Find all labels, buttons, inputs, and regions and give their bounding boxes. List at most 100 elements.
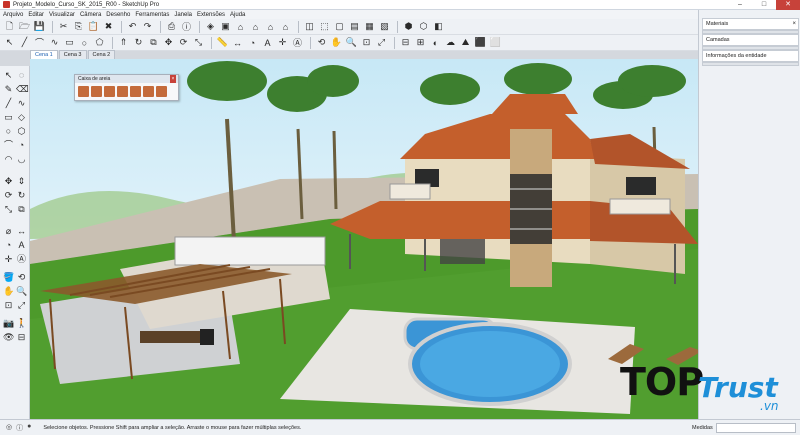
scale-icon[interactable]: ⤡ [3, 204, 14, 215]
move-icon[interactable]: ✥ [3, 176, 14, 187]
model-info-icon[interactable]: ⓘ [180, 20, 193, 33]
rotated-rect-icon[interactable]: ◇ [16, 112, 27, 123]
2pt-arc-icon[interactable]: ◡ [16, 154, 27, 165]
3d-text-icon[interactable]: Ⓐ [16, 254, 27, 265]
hidden-line-icon[interactable]: ▢ [333, 20, 346, 33]
3d-viewport[interactable] [30, 59, 698, 419]
minimize-button[interactable]: – [728, 0, 752, 10]
fog-icon[interactable]: ☁ [444, 36, 457, 49]
top-view-icon[interactable]: ▣ [219, 20, 232, 33]
select-tool-icon[interactable]: ↖ [3, 36, 16, 49]
3d-text-icon[interactable]: Ⓐ [291, 36, 304, 49]
rectangle-icon[interactable]: ▭ [3, 112, 14, 123]
menu-desenho[interactable]: Desenho [106, 12, 130, 18]
menu-editar[interactable]: Editar [28, 12, 44, 18]
user-icon[interactable]: ● [27, 423, 31, 433]
close-icon[interactable]: × [792, 19, 796, 30]
tape-icon[interactable]: ⌀ [3, 226, 14, 237]
section-plane-icon[interactable]: ⊟ [16, 332, 27, 343]
rotate-icon[interactable]: ⟳ [177, 36, 190, 49]
shadow-icon[interactable]: ◐ [429, 36, 442, 49]
sandbox-tray[interactable]: Caixa de areia × [74, 74, 179, 101]
pan-icon[interactable]: ✋ [330, 36, 343, 49]
text-icon[interactable]: A [261, 36, 274, 49]
rotate-icon[interactable]: ⟳ [3, 190, 14, 201]
shaded-texture-icon[interactable]: ▦ [363, 20, 376, 33]
zoom-extents-icon[interactable]: ⤢ [16, 300, 27, 311]
protractor-icon[interactable]: ◔ [246, 36, 259, 49]
section-plane-icon[interactable]: ⊟ [399, 36, 412, 49]
sandbox-contours-icon[interactable] [78, 86, 89, 97]
freehand-tool-icon[interactable]: ∿ [48, 36, 61, 49]
xray-icon[interactable]: ◫ [303, 20, 316, 33]
drape-icon[interactable]: ⬜ [489, 36, 502, 49]
sandbox-scratch-icon[interactable] [91, 86, 102, 97]
orbit-icon[interactable]: ⟲ [16, 272, 27, 283]
zoom-window-icon[interactable]: ⊡ [3, 300, 14, 311]
section-cut-icon[interactable]: ⊞ [414, 36, 427, 49]
polygon-icon[interactable]: ⬡ [16, 126, 27, 137]
tray-layers[interactable]: Camadas [702, 34, 799, 46]
push-pull-icon[interactable]: ⇑ [117, 36, 130, 49]
add-detail-icon[interactable] [143, 86, 154, 97]
follow-me-icon[interactable]: ↻ [16, 190, 27, 201]
menu-camera[interactable]: Câmera [80, 12, 101, 18]
right-view-icon[interactable]: ⌂ [249, 20, 262, 33]
print-icon[interactable]: ⎙ [165, 20, 178, 33]
drape-icon[interactable] [130, 86, 141, 97]
3pt-arc-icon[interactable]: ◠ [3, 154, 14, 165]
zoom-window-icon[interactable]: ⊡ [360, 36, 373, 49]
open-folder-icon[interactable]: 🗁 [18, 20, 31, 33]
extension-warehouse-icon[interactable]: ⬡ [417, 20, 430, 33]
offset-icon[interactable]: ⧉ [16, 204, 27, 215]
text-icon[interactable]: A [16, 240, 27, 251]
zoom-icon[interactable]: 🔍 [16, 286, 27, 297]
eraser-icon[interactable]: ⌫ [16, 84, 29, 95]
orbit-icon[interactable]: ⟲ [315, 36, 328, 49]
tab-cena-1[interactable]: Cena 1 [30, 50, 58, 59]
lasso-icon[interactable]: ◌ [16, 70, 27, 81]
menu-arquivo[interactable]: Arquivo [3, 12, 23, 18]
arc-tool-icon[interactable]: ⌒ [33, 36, 46, 49]
layout-icon[interactable]: ◧ [432, 20, 445, 33]
look-around-icon[interactable]: 👁 [3, 332, 14, 343]
polygon-tool-icon[interactable]: ⬠ [93, 36, 106, 49]
pie-icon[interactable]: ◔ [16, 140, 27, 151]
measurements-input[interactable] [716, 423, 796, 433]
credits-icon[interactable]: ⓘ [16, 423, 23, 433]
paste-icon[interactable]: 📋 [87, 20, 100, 33]
geo-location-icon[interactable]: ◎ [6, 423, 12, 433]
3d-warehouse-icon[interactable]: ⬢ [402, 20, 415, 33]
line-tool-icon[interactable]: ╱ [18, 36, 31, 49]
walk-icon[interactable]: 🚶 [16, 318, 27, 329]
close-button[interactable]: ✕ [776, 0, 800, 10]
rectangle-tool-icon[interactable]: ▭ [63, 36, 76, 49]
maximize-button[interactable]: □ [752, 0, 776, 10]
save-icon[interactable]: 💾 [33, 20, 46, 33]
tray-materials[interactable]: Materiais × [702, 18, 799, 30]
tab-cena-2[interactable]: Cena 2 [87, 50, 116, 59]
iso-view-icon[interactable]: ◈ [204, 20, 217, 33]
menu-visualizar[interactable]: Visualizar [49, 12, 75, 18]
zoom-extents-icon[interactable]: ⤢ [375, 36, 388, 49]
circle-tool-icon[interactable]: ○ [78, 36, 91, 49]
tray-entity-info[interactable]: Informações da entidade [702, 50, 799, 62]
dimension-icon[interactable]: ↔ [231, 36, 244, 49]
close-icon[interactable]: × [170, 75, 176, 83]
new-file-icon[interactable]: 🗋 [3, 20, 16, 33]
stamp-icon[interactable]: ⬛ [474, 36, 487, 49]
pan-icon[interactable]: ✋ [3, 286, 14, 297]
tab-cena-3[interactable]: Cena 3 [58, 50, 87, 59]
scale-icon[interactable]: ⤡ [192, 36, 205, 49]
push-pull-icon[interactable]: ⇕ [16, 176, 27, 187]
zoom-icon[interactable]: 🔍 [345, 36, 358, 49]
wireframe-icon[interactable]: ⬚ [318, 20, 331, 33]
axes-icon[interactable]: ✛ [3, 254, 14, 265]
menu-ferramentas[interactable]: Ferramentas [135, 12, 169, 18]
cut-icon[interactable]: ✂ [57, 20, 70, 33]
offset-icon[interactable]: ⧉ [147, 36, 160, 49]
flip-edge-icon[interactable] [156, 86, 167, 97]
position-camera-icon[interactable]: 📷 [3, 318, 14, 329]
menu-janela[interactable]: Janela [174, 12, 192, 18]
stamp-icon[interactable] [117, 86, 128, 97]
